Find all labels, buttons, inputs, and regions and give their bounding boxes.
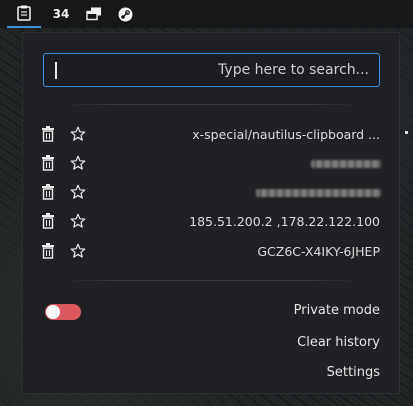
clipboard-tray-button[interactable] xyxy=(7,0,41,28)
star-icon[interactable] xyxy=(70,243,86,259)
redacted-text xyxy=(256,189,381,197)
trash-icon[interactable] xyxy=(41,155,55,171)
windows-tray-button[interactable] xyxy=(83,0,105,28)
settings-button[interactable]: Settings xyxy=(327,365,380,380)
history-item[interactable] xyxy=(23,178,399,207)
trash-icon[interactable] xyxy=(41,213,55,229)
star-icon[interactable] xyxy=(70,213,86,229)
separator xyxy=(63,104,361,105)
history-item-text: x-special/nautilus-clipboard ... xyxy=(192,127,380,142)
clear-history-button[interactable]: Clear history xyxy=(297,335,380,350)
history-item-text: GCZ6C-X4IKY-6JHEP xyxy=(257,244,380,259)
history-item[interactable] xyxy=(23,149,399,178)
steam-tray-button[interactable] xyxy=(114,0,136,28)
clipboard-icon xyxy=(17,5,31,21)
search-input[interactable] xyxy=(44,54,379,86)
search-box[interactable] xyxy=(43,53,380,87)
history-item-text: 185.51.200.2 ,178.22.122.100 xyxy=(189,214,380,229)
separator xyxy=(63,280,361,281)
toggle-knob xyxy=(46,305,60,319)
redacted-text xyxy=(311,160,381,168)
top-panel: 34 xyxy=(0,0,413,28)
history-item[interactable]: 185.51.200.2 ,178.22.122.100 xyxy=(23,207,399,236)
tray-count-label: 34 xyxy=(52,7,70,21)
star-icon[interactable] xyxy=(70,126,86,142)
windows-icon xyxy=(86,7,101,21)
scrollbar-indicator xyxy=(405,131,408,134)
private-mode-toggle[interactable] xyxy=(45,304,81,320)
trash-icon[interactable] xyxy=(41,126,55,142)
star-icon[interactable] xyxy=(70,155,86,171)
trash-icon[interactable] xyxy=(41,243,55,259)
notification-count[interactable]: 34 xyxy=(48,0,74,28)
history-item[interactable]: x-special/nautilus-clipboard ... xyxy=(23,120,399,149)
star-icon[interactable] xyxy=(70,184,86,200)
clipboard-popup: x-special/nautilus-clipboard ... xyxy=(22,32,400,394)
trash-icon[interactable] xyxy=(41,184,55,200)
history-item[interactable]: GCZ6C-X4IKY-6JHEP xyxy=(23,237,399,266)
steam-icon xyxy=(118,7,132,21)
private-mode-label[interactable]: Private mode xyxy=(294,303,380,318)
